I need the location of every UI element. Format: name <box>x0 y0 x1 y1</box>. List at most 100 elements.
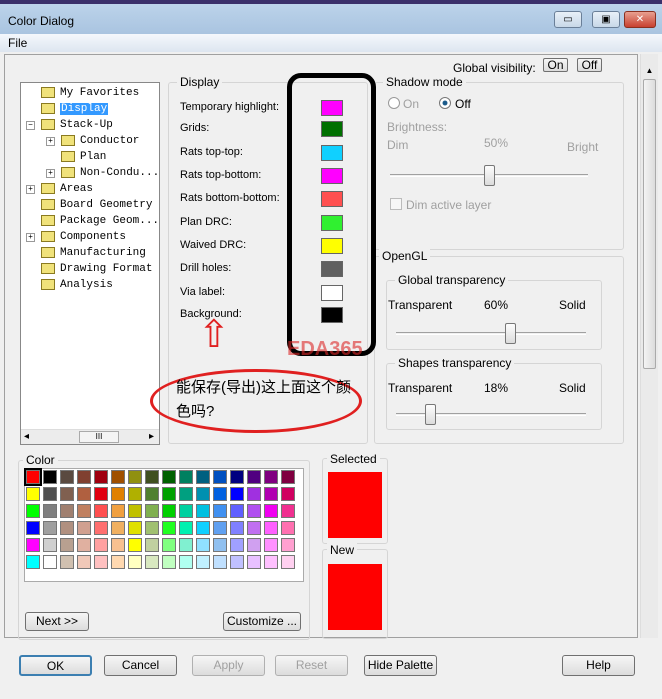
ok-button[interactable]: OK <box>19 655 92 676</box>
hide-palette-button[interactable]: Hide Palette <box>364 655 437 676</box>
tree-item[interactable]: Drawing Format <box>41 261 152 277</box>
palette-color-cell[interactable] <box>26 521 40 535</box>
palette-color-cell[interactable] <box>43 521 57 535</box>
palette-color-cell[interactable] <box>196 555 210 569</box>
palette-color-cell[interactable] <box>145 470 159 484</box>
tree-scroll-thumb[interactable]: III <box>79 431 119 443</box>
next-button[interactable]: Next >> <box>25 612 89 631</box>
palette-color-cell[interactable] <box>281 487 295 501</box>
palette-color-cell[interactable] <box>264 487 278 501</box>
palette-color-cell[interactable] <box>196 487 210 501</box>
palette-color-cell[interactable] <box>162 470 176 484</box>
palette-color-cell[interactable] <box>26 555 40 569</box>
tree-item[interactable]: Components <box>41 229 126 245</box>
palette-color-cell[interactable] <box>77 555 91 569</box>
palette-color-cell[interactable] <box>264 521 278 535</box>
palette-color-cell[interactable] <box>264 470 278 484</box>
palette-color-cell[interactable] <box>24 468 42 486</box>
palette-color-cell[interactable] <box>145 555 159 569</box>
help-button[interactable]: Help <box>562 655 635 676</box>
palette-color-cell[interactable] <box>281 555 295 569</box>
palette-color-cell[interactable] <box>162 538 176 552</box>
palette-color-cell[interactable] <box>247 538 261 552</box>
tree-item[interactable]: Manufacturing <box>41 245 146 261</box>
palette-color-cell[interactable] <box>162 521 176 535</box>
palette-color-cell[interactable] <box>162 555 176 569</box>
tree-expander-icon[interactable]: + <box>46 169 55 178</box>
close-button[interactable]: ✕ <box>624 11 656 28</box>
palette-color-cell[interactable] <box>94 487 108 501</box>
palette-color-cell[interactable] <box>213 555 227 569</box>
palette-color-cell[interactable] <box>162 487 176 501</box>
palette-color-cell[interactable] <box>128 470 142 484</box>
palette-color-cell[interactable] <box>230 504 244 518</box>
palette-color-cell[interactable] <box>145 487 159 501</box>
reset-button[interactable]: Reset <box>275 655 348 676</box>
palette-color-cell[interactable] <box>60 504 74 518</box>
palette-color-cell[interactable] <box>94 504 108 518</box>
palette-color-cell[interactable] <box>128 521 142 535</box>
palette-color-cell[interactable] <box>281 504 295 518</box>
palette-color-cell[interactable] <box>179 538 193 552</box>
palette-color-cell[interactable] <box>247 470 261 484</box>
shadow-on-radio[interactable] <box>388 97 400 109</box>
global-visibility-off-button[interactable]: Off <box>577 58 602 72</box>
tree-item[interactable]: Analysis <box>41 277 113 293</box>
palette-color-cell[interactable] <box>43 555 57 569</box>
tree-item[interactable]: Conductor <box>61 133 139 149</box>
palette-color-cell[interactable] <box>230 521 244 535</box>
palette-color-cell[interactable] <box>247 555 261 569</box>
tree-item[interactable]: Areas <box>41 181 93 197</box>
tree-horizontal-scrollbar[interactable]: ◂ III ▸ <box>21 429 159 444</box>
tree-item[interactable]: Board Geometry <box>41 197 152 213</box>
palette-color-cell[interactable] <box>94 555 108 569</box>
palette-color-cell[interactable] <box>213 487 227 501</box>
palette-color-cell[interactable] <box>128 538 142 552</box>
palette-color-cell[interactable] <box>264 555 278 569</box>
palette-color-cell[interactable] <box>230 538 244 552</box>
palette-color-cell[interactable] <box>128 487 142 501</box>
palette-color-cell[interactable] <box>60 487 74 501</box>
palette-color-cell[interactable] <box>43 470 57 484</box>
scroll-up-icon[interactable]: ▲ <box>641 66 658 75</box>
palette-color-cell[interactable] <box>111 504 125 518</box>
palette-color-cell[interactable] <box>94 521 108 535</box>
palette-color-cell[interactable] <box>26 538 40 552</box>
tree-item[interactable]: My Favorites <box>41 85 139 101</box>
palette-color-cell[interactable] <box>196 504 210 518</box>
palette-color-cell[interactable] <box>162 504 176 518</box>
palette-color-cell[interactable] <box>264 538 278 552</box>
tree-expander-icon[interactable]: + <box>26 185 35 194</box>
tree-item[interactable]: Display <box>41 101 109 117</box>
dim-active-layer-checkbox[interactable] <box>390 198 402 210</box>
tree-expander-icon[interactable]: + <box>26 233 35 242</box>
scroll-left-icon[interactable]: ◂ <box>24 431 29 442</box>
palette-color-cell[interactable] <box>213 538 227 552</box>
palette-color-cell[interactable] <box>145 504 159 518</box>
palette-color-cell[interactable] <box>128 555 142 569</box>
shapes-transparency-thumb[interactable] <box>425 404 437 425</box>
palette-color-cell[interactable] <box>196 538 210 552</box>
palette-color-cell[interactable] <box>281 521 295 535</box>
shadow-off-radio[interactable] <box>439 97 451 109</box>
palette-color-cell[interactable] <box>196 521 210 535</box>
palette-color-cell[interactable] <box>230 555 244 569</box>
customize-button[interactable]: Customize ... <box>223 612 301 631</box>
palette-color-cell[interactable] <box>43 487 57 501</box>
palette-color-cell[interactable] <box>26 487 40 501</box>
scroll-thumb[interactable] <box>643 79 656 369</box>
palette-color-cell[interactable] <box>179 555 193 569</box>
palette-color-cell[interactable] <box>179 470 193 484</box>
palette-color-cell[interactable] <box>179 487 193 501</box>
palette-color-cell[interactable] <box>230 470 244 484</box>
menu-file[interactable]: File <box>8 36 27 50</box>
palette-color-cell[interactable] <box>247 521 261 535</box>
palette-color-cell[interactable] <box>111 487 125 501</box>
palette-color-cell[interactable] <box>281 538 295 552</box>
palette-color-cell[interactable] <box>213 504 227 518</box>
palette-color-cell[interactable] <box>230 487 244 501</box>
palette-color-cell[interactable] <box>145 538 159 552</box>
palette-color-cell[interactable] <box>26 504 40 518</box>
palette-color-cell[interactable] <box>77 521 91 535</box>
tree-expander-icon[interactable]: − <box>26 121 35 130</box>
